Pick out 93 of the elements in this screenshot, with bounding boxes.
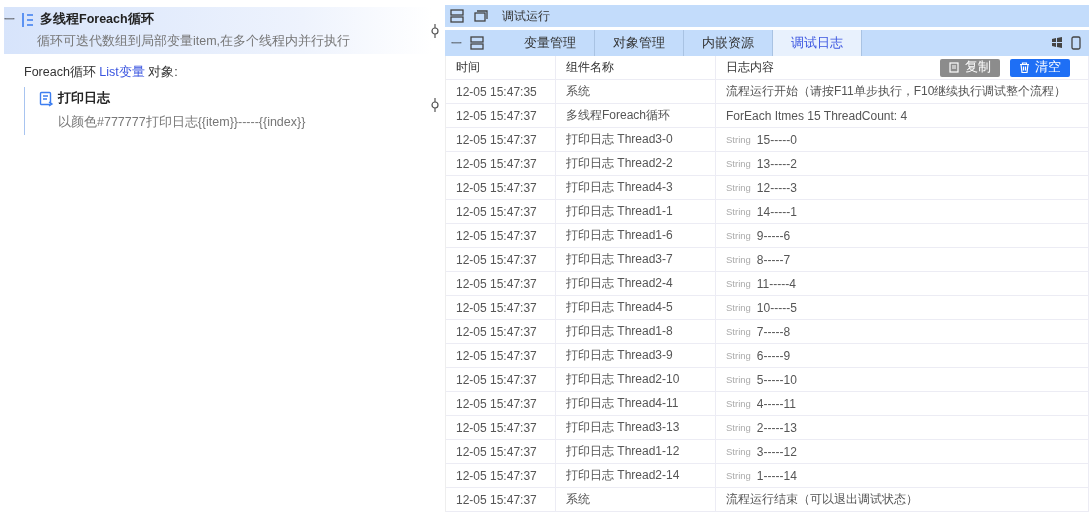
log-text: 7-----8 bbox=[756, 324, 791, 339]
log-text: 10-----5 bbox=[756, 300, 797, 315]
clear-button[interactable]: 清空 bbox=[1010, 58, 1070, 77]
column-header: 日志内容 bbox=[726, 59, 774, 76]
table-cell: 打印日志 Thread1-1 bbox=[556, 200, 716, 223]
type-label: String bbox=[726, 302, 751, 313]
table-cell: 12-05 15:47:37 bbox=[446, 296, 556, 319]
log-icon bbox=[39, 90, 55, 107]
log-text: 流程运行开始（请按F11单步执行，F10继续执行调试整个流程） bbox=[726, 83, 1067, 100]
log-text: 1-----14 bbox=[756, 468, 797, 483]
log-text: 4-----11 bbox=[756, 396, 796, 411]
table-cell: 12-05 15:47:37 bbox=[446, 320, 556, 343]
tab[interactable]: 调试日志 bbox=[773, 30, 862, 56]
log-text: ForEach Itmes 15 ThreadCount: 4 bbox=[726, 108, 908, 123]
loop-label: Foreach循环 List变量 对象: bbox=[24, 64, 179, 81]
table-cell: 打印日志 Thread4-3 bbox=[556, 176, 716, 199]
layout-icon[interactable] bbox=[470, 36, 484, 50]
type-label: String bbox=[726, 134, 751, 145]
table-cell: 12-05 15:47:37 bbox=[446, 248, 556, 271]
log-text: 13-----2 bbox=[756, 156, 797, 171]
table-cell: 打印日志 Thread1-8 bbox=[556, 320, 716, 343]
window-icon[interactable] bbox=[474, 9, 488, 23]
trash-icon bbox=[1019, 62, 1030, 73]
type-label: String bbox=[726, 398, 751, 409]
table-cell: 多线程Foreach循环 bbox=[556, 104, 716, 127]
table-cell: 12-05 15:47:37 bbox=[446, 464, 556, 487]
log-text: 流程运行结束（可以退出调试状态） bbox=[726, 491, 918, 508]
type-label: String bbox=[726, 206, 751, 217]
table-cell: 12-05 15:47:37 bbox=[446, 128, 556, 151]
table-cell: 打印日志 Thread4-5 bbox=[556, 296, 716, 319]
table-cell: 12-05 15:47:37 bbox=[446, 392, 556, 415]
type-label: String bbox=[726, 422, 751, 433]
type-label: String bbox=[726, 326, 751, 337]
table-cell: 打印日志 Thread2-14 bbox=[556, 464, 716, 487]
node-description: 以颜色#777777打印日志{{item}}-----{{index}} bbox=[57, 114, 307, 131]
connector-icon[interactable] bbox=[430, 24, 440, 38]
table-cell: 打印日志 Thread3-13 bbox=[556, 416, 716, 439]
table-cell: 系统 bbox=[556, 80, 716, 103]
type-label: String bbox=[726, 350, 751, 361]
windows-icon[interactable] bbox=[1051, 37, 1063, 49]
table-cell: 打印日志 Thread4-11 bbox=[556, 392, 716, 415]
log-text: 12-----3 bbox=[756, 180, 797, 195]
table-cell: 打印日志 Thread3-7 bbox=[556, 248, 716, 271]
table-cell: 打印日志 Thread2-4 bbox=[556, 272, 716, 295]
collapse-toggle[interactable]: 一 bbox=[451, 35, 462, 51]
type-label: String bbox=[726, 254, 751, 265]
collapse-toggle[interactable]: 一 bbox=[4, 12, 16, 27]
copy-icon bbox=[949, 62, 960, 73]
table-cell: 打印日志 Thread2-10 bbox=[556, 368, 716, 391]
type-label: String bbox=[726, 470, 751, 481]
type-label: String bbox=[726, 182, 751, 193]
panel-title: 调试运行 bbox=[502, 7, 550, 25]
table-cell: 12-05 15:47:37 bbox=[446, 104, 556, 127]
connector-icon[interactable] bbox=[430, 98, 440, 112]
table-cell: 12-05 15:47:37 bbox=[446, 176, 556, 199]
table-cell: 12-05 15:47:37 bbox=[446, 440, 556, 463]
type-label: String bbox=[726, 230, 751, 241]
table-cell: 12-05 15:47:37 bbox=[446, 488, 556, 511]
phone-icon[interactable] bbox=[1071, 36, 1081, 50]
log-text: 5-----10 bbox=[756, 372, 797, 387]
log-text: 6-----9 bbox=[756, 348, 791, 363]
layout-icon[interactable] bbox=[450, 9, 464, 23]
type-label: String bbox=[726, 158, 751, 169]
log-text: 14-----1 bbox=[756, 204, 797, 219]
table-cell: 打印日志 Thread2-2 bbox=[556, 152, 716, 175]
type-label: String bbox=[726, 374, 751, 385]
table-cell: 打印日志 Thread3-9 bbox=[556, 344, 716, 367]
column-header: 组件名称 bbox=[556, 56, 716, 79]
type-label: String bbox=[726, 446, 751, 457]
table-cell: 12-05 15:47:37 bbox=[446, 272, 556, 295]
list-icon bbox=[21, 11, 35, 28]
table-cell: 12-05 15:47:35 bbox=[446, 80, 556, 103]
log-text: 9-----6 bbox=[756, 228, 791, 243]
table-cell: 打印日志 Thread3-0 bbox=[556, 128, 716, 151]
table-cell: 12-05 15:47:37 bbox=[446, 344, 556, 367]
table-cell: 打印日志 Thread1-6 bbox=[556, 224, 716, 247]
log-text: 2-----13 bbox=[756, 420, 797, 435]
table-cell: 12-05 15:47:37 bbox=[446, 224, 556, 247]
table-cell: 12-05 15:47:37 bbox=[446, 416, 556, 439]
table-cell: 12-05 15:47:37 bbox=[446, 200, 556, 223]
log-text: 15-----0 bbox=[756, 132, 797, 147]
node-title: 打印日志 bbox=[58, 90, 110, 107]
node-description: 循环可迭代数组到局部变量item,在多个线程内并行执行 bbox=[36, 33, 352, 50]
log-text: 8-----7 bbox=[756, 252, 791, 267]
type-label: String bbox=[726, 278, 751, 289]
log-text: 3-----12 bbox=[756, 444, 797, 459]
table-cell: 12-05 15:47:37 bbox=[446, 152, 556, 175]
node-title: 多线程Foreach循环 bbox=[40, 11, 154, 28]
table-cell: 12-05 15:47:37 bbox=[446, 368, 556, 391]
table-cell: 系统 bbox=[556, 488, 716, 511]
column-header: 时间 bbox=[446, 56, 556, 79]
table-cell: 打印日志 Thread1-12 bbox=[556, 440, 716, 463]
log-text: 11-----4 bbox=[756, 276, 796, 291]
